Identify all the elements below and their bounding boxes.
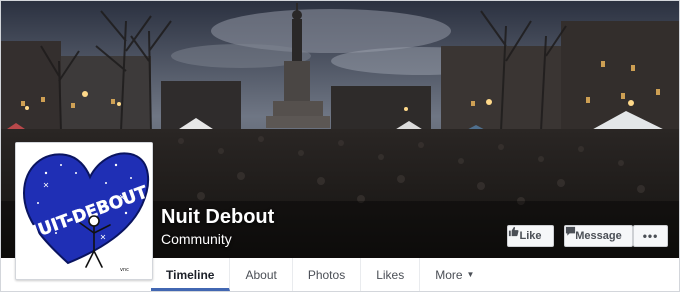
tab-likes[interactable]: Likes (361, 258, 421, 291)
artist-mark: vnc (120, 267, 129, 273)
page-title[interactable]: Nuit Debout (161, 205, 274, 229)
more-options-button[interactable]: ••• (633, 225, 668, 247)
tab-photos[interactable]: Photos (293, 258, 362, 291)
like-button[interactable]: Like (507, 225, 554, 247)
like-button-label: Like (519, 230, 542, 242)
thumbs-up-icon (508, 226, 519, 237)
page-header: Nuit Debout Community Like Message ••• N… (0, 0, 680, 292)
tab-about[interactable]: About (230, 258, 293, 291)
message-button-label: Message (575, 230, 622, 242)
page-tabs: Timeline About Photos Likes More ▼ (151, 258, 679, 291)
page-category[interactable]: Community (161, 230, 232, 248)
profile-picture[interactable]: NUIT-DEBOUT vnc (15, 142, 153, 280)
caret-down-icon: ▼ (466, 270, 475, 279)
chat-bubble-icon (565, 226, 576, 236)
tab-timeline[interactable]: Timeline (151, 258, 231, 291)
tab-more-label: More (435, 267, 463, 282)
nuit-debout-logo: NUIT-DEBOUT vnc (16, 143, 152, 279)
message-button[interactable]: Message (564, 225, 633, 247)
tab-more[interactable]: More ▼ (420, 258, 489, 291)
more-dots-icon: ••• (642, 229, 659, 243)
